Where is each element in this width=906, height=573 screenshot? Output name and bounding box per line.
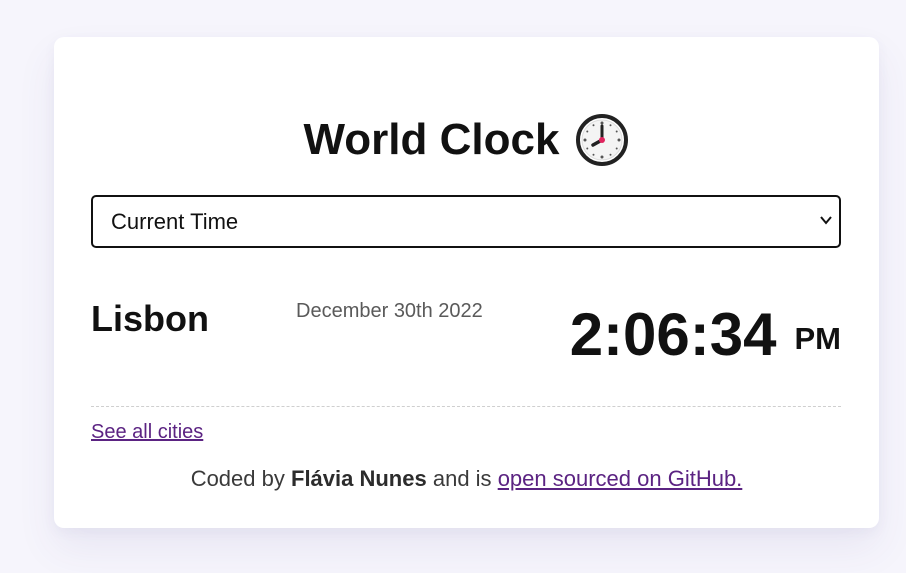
city-select-value: Current Time <box>111 209 239 234</box>
title-row: World Clock <box>54 113 879 167</box>
city-date: December 30th 2022 <box>296 300 483 322</box>
city-select[interactable]: Current Time <box>91 195 841 248</box>
clock-face-icon <box>575 113 629 167</box>
page-title: World Clock <box>303 115 560 164</box>
city-name: Lisbon <box>91 298 209 339</box>
see-all-cities-link[interactable]: See all cities <box>91 420 203 444</box>
footer: Coded by Flávia Nunes and is open source… <box>54 466 879 492</box>
city-time: 2:06:34 PM <box>570 303 841 367</box>
chevron-down-icon <box>819 213 833 227</box>
time-ampm: PM <box>794 321 842 356</box>
time-value: 2:06:34 <box>569 301 777 368</box>
divider <box>91 406 841 407</box>
footer-prefix: Coded by <box>190 466 285 491</box>
footer-author: Flávia Nunes <box>291 466 427 491</box>
github-link[interactable]: open sourced on GitHub. <box>498 466 743 491</box>
world-clock-card: World Clock Current Time Lisbon December… <box>54 37 879 528</box>
footer-middle: and is <box>432 466 492 491</box>
